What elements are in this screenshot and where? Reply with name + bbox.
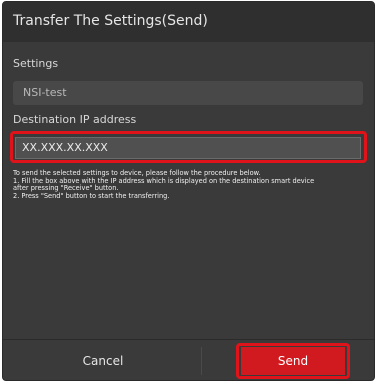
instruction-line: 2. Press "Send" button to start the tran… bbox=[13, 191, 170, 200]
settings-field: NSI-test bbox=[13, 81, 363, 105]
settings-label: Settings bbox=[13, 57, 59, 70]
settings-value: NSI-test bbox=[23, 86, 67, 99]
dialog-title: Transfer The Settings(Send) bbox=[13, 13, 208, 29]
footer-divider bbox=[3, 339, 374, 340]
destination-ip-input[interactable]: XX.XXX.XX.XXX bbox=[15, 137, 361, 159]
instructions-text: To send the selected settings to device,… bbox=[13, 169, 369, 200]
send-button[interactable]: Send bbox=[241, 347, 345, 375]
destination-ip-value: XX.XXX.XX.XXX bbox=[22, 141, 108, 154]
cancel-button[interactable]: Cancel bbox=[13, 344, 193, 378]
destination-ip-label: Destination IP address bbox=[13, 113, 137, 126]
button-divider bbox=[201, 347, 202, 375]
title-bar: Transfer The Settings(Send) bbox=[3, 2, 374, 42]
transfer-settings-dialog: Transfer The Settings(Send) Settings NSI… bbox=[2, 1, 375, 381]
